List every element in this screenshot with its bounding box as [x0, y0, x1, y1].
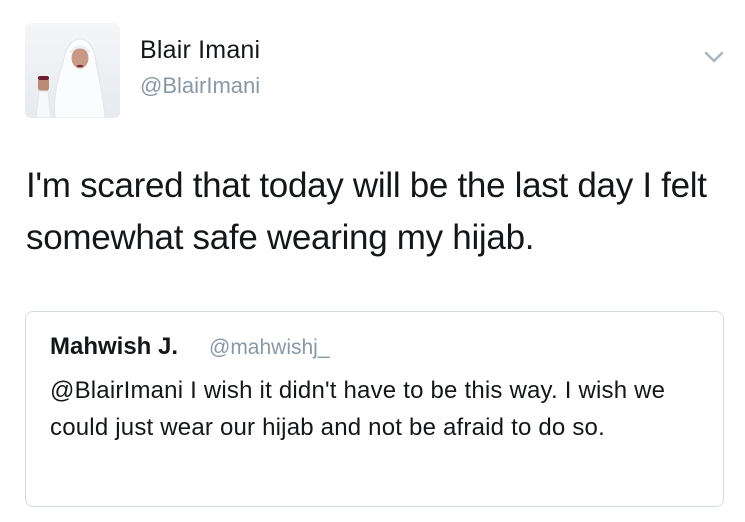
avatar-image: [25, 23, 120, 118]
quoted-tweet[interactable]: Mahwish J. @mahwishj_ @BlairImani I wish…: [25, 311, 724, 507]
avatar[interactable]: [25, 23, 120, 118]
chevron-down-icon[interactable]: [701, 44, 727, 70]
author-handle[interactable]: @BlairImani: [140, 73, 260, 99]
author-name[interactable]: Blair Imani: [140, 36, 260, 65]
quoted-author-handle: @mahwishj_: [209, 336, 330, 359]
quoted-author-name: Mahwish J.: [50, 333, 179, 360]
tweet-card: Blair Imani @BlairImani I'm scared that …: [0, 0, 745, 522]
quoted-tweet-text: @BlairImani I wish it didn't have to be …: [50, 377, 666, 441]
tweet-text: I'm scared that today will be the last d…: [26, 166, 707, 257]
